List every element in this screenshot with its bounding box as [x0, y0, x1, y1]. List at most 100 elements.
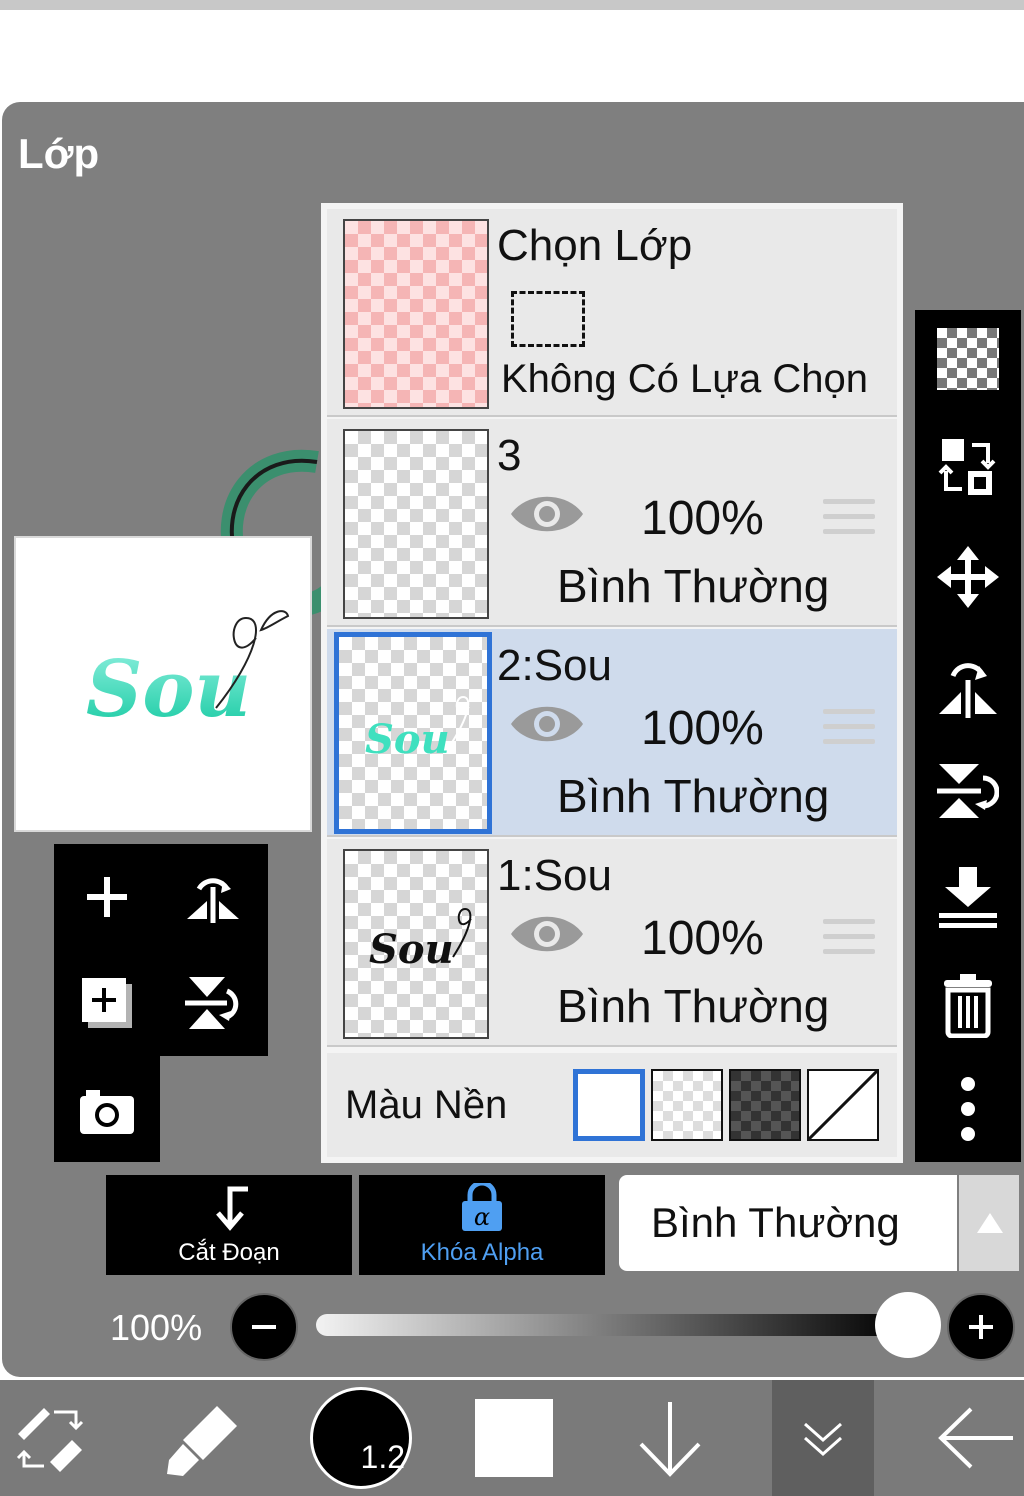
layer-thumbnail: Sou: [334, 632, 492, 834]
drag-handle-icon[interactable]: [823, 499, 875, 544]
down-arrow-button[interactable]: [620, 1380, 720, 1496]
plus-icon: [969, 1315, 993, 1339]
blend-mode-value: Bình Thường: [651, 1199, 900, 1246]
layer-row[interactable]: Sou 1:Sou 100% Bình Thường: [327, 839, 897, 1047]
flip-vertical-button[interactable]: [178, 968, 248, 1038]
brush-tool-button[interactable]: [150, 1380, 260, 1496]
swap-icon: [938, 439, 996, 495]
sou-logo-thumbnail: Sou: [369, 907, 472, 973]
brush-size-button[interactable]: 1.2: [306, 1380, 416, 1496]
flip-vertical-button-right[interactable]: [933, 756, 1003, 826]
checkerboard-icon: [937, 328, 999, 390]
move-arrows-icon: [937, 546, 999, 608]
blend-mode-select[interactable]: Bình Thường: [619, 1175, 957, 1271]
svg-text:Sou: Sou: [86, 644, 251, 735]
back-button[interactable]: [930, 1380, 1024, 1496]
selection-layer-row[interactable]: Chọn Lớp Không Có Lựa Chọn: [327, 209, 897, 417]
lock-alpha-icon: α: [462, 1183, 502, 1231]
background-white-swatch[interactable]: [573, 1069, 645, 1141]
alpha-lock-label: Khóa Alpha: [420, 1239, 544, 1266]
clipping-button[interactable]: Cắt Đoạn: [106, 1175, 352, 1275]
alpha-lock-button[interactable]: α Khóa Alpha: [359, 1175, 605, 1275]
layer-blend-mode: Bình Thường: [557, 770, 830, 822]
svg-text:Sou: Sou: [365, 716, 450, 763]
camera-button[interactable]: [72, 1076, 142, 1146]
flip-vertical-icon: [937, 764, 999, 818]
background-color-row: Màu Nền: [327, 1053, 897, 1157]
background-none-swatch[interactable]: [807, 1069, 879, 1141]
layer-list: Chọn Lớp Không Có Lựa Chọn 3 100% Bình T…: [321, 203, 903, 1163]
merge-down-icon: [939, 867, 997, 928]
arrow-left-icon: [938, 1407, 1013, 1469]
new-transparent-layer-button[interactable]: [933, 324, 1003, 394]
flip-horizontal-icon: [939, 663, 997, 718]
layer-panel: Lớp Sou Chọn Lớp Không Có Lựa Chọn 3 100…: [2, 102, 1024, 1377]
opacity-increase-button[interactable]: [947, 1293, 1015, 1361]
opacity-slider-track[interactable]: [316, 1314, 906, 1336]
layers-toggle-button[interactable]: [772, 1380, 874, 1496]
clip-arrow-icon: [216, 1186, 248, 1231]
svg-text:α: α: [474, 1203, 490, 1231]
selection-status: Không Có Lựa Chọn: [501, 357, 869, 401]
add-layer-button[interactable]: [72, 862, 142, 932]
flip-horizontal-button[interactable]: [178, 862, 248, 932]
opacity-decrease-button[interactable]: [230, 1293, 298, 1361]
flip-horizontal-button-right[interactable]: [933, 650, 1003, 720]
selection-layer-thumbnail: [343, 219, 489, 409]
visibility-eye-icon[interactable]: [509, 489, 585, 539]
layer-opacity: 100%: [641, 702, 764, 755]
more-vertical-icon: [961, 1077, 975, 1141]
brush-icon: [167, 1406, 237, 1476]
opacity-slider-thumb[interactable]: [875, 1292, 941, 1358]
duplicate-layer-icon: [82, 978, 132, 1028]
drag-handle-icon[interactable]: [823, 919, 875, 964]
layer-name: 2:Sou: [497, 641, 612, 690]
panel-title: Lớp: [18, 130, 100, 177]
delete-layer-button[interactable]: [933, 970, 1003, 1040]
background-color-label: Màu Nền: [345, 1083, 508, 1127]
pen-eraser-icon: [16, 1408, 84, 1472]
swap-layer-button[interactable]: [933, 432, 1003, 502]
no-selection-icon: [511, 291, 585, 347]
plus-icon: [87, 877, 127, 917]
canvas-preview[interactable]: Sou: [14, 536, 312, 832]
camera-icon: [80, 1090, 134, 1134]
visibility-eye-icon[interactable]: [509, 699, 585, 749]
clipping-label: Cắt Đoạn: [178, 1239, 280, 1266]
layer-blend-mode: Bình Thường: [557, 980, 830, 1032]
svg-text:Sou: Sou: [369, 926, 454, 973]
color-button[interactable]: [464, 1380, 564, 1496]
flip-horizontal-icon: [187, 878, 239, 923]
layer-row-selected[interactable]: Sou 2:Sou 100% Bình Thường: [327, 629, 897, 837]
chevron-up-icon: [977, 1213, 1003, 1233]
layer-opacity: 100%: [641, 492, 764, 545]
current-color-swatch: [475, 1399, 553, 1477]
tool-switch-button[interactable]: [0, 1380, 100, 1496]
merge-down-button[interactable]: [933, 862, 1003, 932]
flip-vertical-icon: [185, 977, 239, 1029]
bottom-toolbar: 1.2: [0, 1380, 1024, 1496]
sou-logo-thumbnail: Sou: [365, 695, 470, 763]
brush-size-circle: 1.2: [310, 1387, 412, 1489]
layer-blend-mode: Bình Thường: [557, 560, 830, 612]
sou-logo-preview: Sou: [86, 610, 290, 735]
opacity-value: 100%: [110, 1307, 203, 1348]
layer-name: 3: [497, 431, 522, 480]
layer-thumbnail: [343, 429, 489, 619]
background-transparent-dark-swatch[interactable]: [729, 1069, 801, 1141]
visibility-eye-icon[interactable]: [509, 909, 585, 959]
layer-thumbnail: Sou: [343, 849, 489, 1039]
double-chevron-down-icon: [804, 1422, 842, 1457]
selection-layer-title: Chọn Lớp: [497, 221, 693, 270]
background-transparent-light-swatch[interactable]: [651, 1069, 723, 1141]
more-options-button[interactable]: [933, 1074, 1003, 1144]
drag-handle-icon[interactable]: [823, 709, 875, 754]
blend-mode-toggle[interactable]: [959, 1175, 1019, 1271]
duplicate-layer-button[interactable]: [72, 968, 142, 1038]
move-layer-button[interactable]: [933, 542, 1003, 612]
status-bar-strip: [0, 0, 1024, 10]
layer-opacity: 100%: [641, 912, 764, 965]
layer-row[interactable]: 3 100% Bình Thường: [327, 419, 897, 627]
right-layer-toolbar: [915, 310, 1021, 1162]
brush-size-value: 1.2: [360, 1439, 405, 1475]
